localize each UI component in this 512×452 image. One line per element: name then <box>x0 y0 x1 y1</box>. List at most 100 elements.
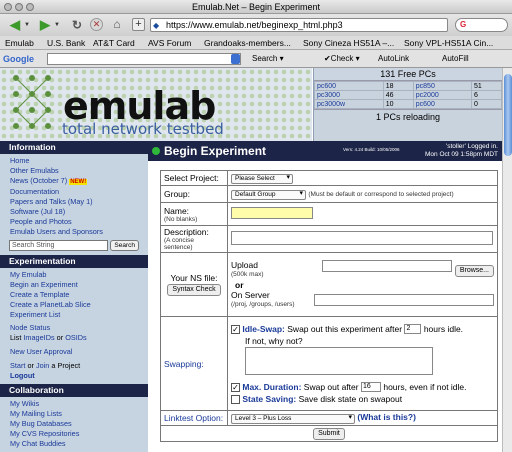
google-autofill-button[interactable]: AutoFill <box>442 50 469 68</box>
new-badge: NEW! <box>69 178 88 185</box>
pc-type-link[interactable]: pc600 <box>412 99 473 109</box>
sidebar-link-home[interactable]: Home <box>10 156 138 166</box>
submit-button[interactable]: Submit <box>313 428 345 440</box>
sidebar-link-my-emulab[interactable]: My Emulab <box>10 270 138 280</box>
forward-arrow-icon[interactable]: ▶ <box>36 17 54 33</box>
server-label: On Server <box>231 289 270 300</box>
sidebar-link-cvs-repositories[interactable]: My CVS Repositories <box>10 429 138 439</box>
google-check-button[interactable]: ✔Check ▾ <box>324 50 360 68</box>
google-autolink-button[interactable]: AutoLink <box>378 50 409 68</box>
google-search-input[interactable] <box>47 53 241 65</box>
bookmark-item[interactable]: U.S. Bank <box>47 36 85 49</box>
syntax-check-button[interactable]: Syntax Check <box>167 284 221 296</box>
what-is-this-link[interactable]: (What is this?) <box>357 412 416 422</box>
max-duration-label[interactable]: Max. Duration: <box>242 382 301 392</box>
sidebar-link-chat-buddies[interactable]: My Chat Buddies <box>10 439 138 449</box>
bookmark-item[interactable]: Emulab <box>5 36 34 49</box>
url-bar[interactable]: ◆ https://www.emulab.net/beginexp_html.p… <box>150 18 448 32</box>
swapping-label[interactable]: Swapping: <box>160 316 228 411</box>
sidebar-link-bug-databases[interactable]: My Bug Databases <box>10 419 138 429</box>
sidebar-link-imageids[interactable]: ImageIDs <box>23 333 54 342</box>
form-row: Linktest Option: Level 3 – Plus Loss (Wh… <box>160 410 498 426</box>
bookmark-item[interactable]: AT&T Card <box>93 36 135 49</box>
google-search-button[interactable]: Search ▾ <box>252 50 284 68</box>
sidebar-link-start[interactable]: Start <box>10 361 25 370</box>
name-label-cell: Name: (No blanks) <box>160 202 228 226</box>
project-select[interactable]: Please Select <box>231 174 293 184</box>
experiment-name-input[interactable] <box>231 207 313 219</box>
sidebar-link-my-wikis[interactable]: My Wikis <box>10 399 138 409</box>
browse-button[interactable]: Browse... <box>454 264 494 277</box>
sidebar-link-people[interactable]: People and Photos <box>10 217 138 227</box>
add-bookmark-icon[interactable]: + <box>132 18 145 31</box>
google-search-label: Search <box>252 54 278 63</box>
sidebar-link-mailing-lists[interactable]: My Mailing Lists <box>10 409 138 419</box>
reload-icon[interactable]: ↻ <box>68 17 86 33</box>
group-select[interactable]: Default Group <box>231 190 306 200</box>
close-dot[interactable] <box>4 3 12 11</box>
bookmark-item[interactable]: AVS Forum <box>148 36 191 49</box>
pc-type-link[interactable]: pc600 <box>314 81 384 91</box>
group-note: (Must be default or correspond to select… <box>308 191 454 198</box>
sidebar-link-node-status[interactable]: Node Status <box>10 323 138 333</box>
server-path-input[interactable] <box>314 293 494 306</box>
back-dropdown-icon[interactable]: ▼ <box>24 22 30 28</box>
form-row: Description: (A concise sentence) <box>160 225 498 253</box>
home-icon[interactable]: ⌂ <box>109 17 125 31</box>
minimize-dot[interactable] <box>15 3 23 11</box>
bookmark-item[interactable]: Sony VPL-HS51A Cin... <box>404 36 493 49</box>
idle-swap-hours-input[interactable]: 2 <box>404 324 422 335</box>
pc-type-link[interactable]: pc3000w <box>314 99 384 109</box>
pc-type-link[interactable]: pc2000 <box>412 90 473 100</box>
sidebar-link-other-emulabs[interactable]: Other Emulabs <box>10 166 138 176</box>
sidebar-link-new-user-approval[interactable]: New User Approval <box>10 347 138 357</box>
browser-search-box[interactable]: G <box>455 18 508 32</box>
window-controls[interactable] <box>4 3 34 11</box>
upload-file-input[interactable] <box>322 259 453 272</box>
sidebar-link-begin-experiment[interactable]: Begin an Experiment <box>10 280 138 290</box>
sidebar-link-osids[interactable]: OSIDs <box>65 333 87 342</box>
sidebar-link-users-sponsors[interactable]: Emulab Users and Sponsors <box>10 227 138 237</box>
scrollbar-thumb[interactable] <box>504 74 512 156</box>
bookmark-item[interactable]: Grandoaks-members... <box>204 36 291 49</box>
name-label: Name: <box>164 205 190 216</box>
sidebar-link-create-template[interactable]: Create a Template <box>10 290 138 300</box>
sidebar-link-software[interactable]: Software (Jul 18) <box>10 207 138 217</box>
pc-type-link[interactable]: pc850 <box>412 81 473 91</box>
max-duration-hours-input[interactable]: 16 <box>360 382 381 393</box>
sidebar-link-experiment-list[interactable]: Experiment List <box>10 310 138 320</box>
idle-swap-label[interactable]: Idle-Swap: <box>242 324 285 334</box>
sidebar-link-news[interactable]: News (October 7) <box>10 176 67 185</box>
max-duration-checkbox[interactable]: ✓ <box>231 382 240 392</box>
idle-swap-checkbox[interactable]: ✓ <box>231 324 240 334</box>
forward-dropdown-icon[interactable]: ▼ <box>54 22 60 28</box>
back-arrow-icon[interactable]: ◀ <box>6 17 24 33</box>
sidebar-search-input[interactable]: Search String <box>9 240 109 252</box>
project-or: or <box>27 360 34 370</box>
google-search-dropdown-icon[interactable] <box>231 54 240 64</box>
linktest-select[interactable]: Level 3 – Plus Loss <box>231 414 355 424</box>
bookmark-item[interactable]: Sony Cineza HS51A –... <box>303 36 394 49</box>
status-dot-icon <box>152 147 160 155</box>
why-not-textarea[interactable] <box>245 346 433 375</box>
sidebar-link-papers[interactable]: Papers and Talks (May 1) <box>10 197 138 207</box>
sidebar-link-planetlab-slice[interactable]: Create a PlanetLab Slice <box>10 300 138 310</box>
sidebar-link-join[interactable]: Join <box>36 361 49 370</box>
search-engine-label: G <box>460 20 467 29</box>
upload-note: (500k max) <box>231 270 264 278</box>
state-saving-checkbox[interactable] <box>231 394 240 404</box>
sidebar-search-button[interactable]: Search <box>110 240 139 252</box>
or-label: or <box>235 279 244 290</box>
stop-icon[interactable]: ✕ <box>90 18 103 31</box>
sidebar-link-documentation[interactable]: Documentation <box>10 187 138 197</box>
sidebar-link-logout[interactable]: Logout <box>10 371 138 381</box>
state-saving-label[interactable]: State Saving: <box>242 394 296 404</box>
select-project-label: Select Project: <box>160 170 228 186</box>
project-suffix: a Project <box>51 360 81 370</box>
linktest-link[interactable]: Linktest Option: <box>164 413 223 423</box>
pc-type-link[interactable]: pc3000 <box>314 90 384 100</box>
form-row: Name: (No blanks) <box>160 202 498 226</box>
page-scrollbar[interactable] <box>502 68 512 452</box>
zoom-dot[interactable] <box>26 3 34 11</box>
description-input[interactable] <box>231 231 493 245</box>
